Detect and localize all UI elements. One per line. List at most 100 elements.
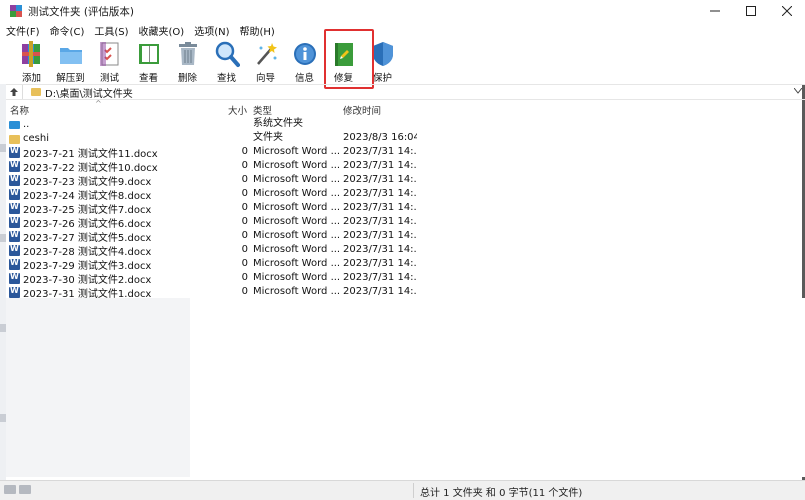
file-name: 2023-7-22 测试文件10.docx [23, 162, 158, 174]
file-row[interactable]: 2023-7-24 测试文件8.docx 0 Microsoft Word ... 2… [6, 187, 418, 201]
folder-icon [31, 88, 41, 96]
chevron-down-icon [793, 87, 803, 94]
test-button[interactable]: 测试 [90, 38, 129, 84]
file-name: 2023-7-24 测试文件8.docx [23, 190, 152, 202]
column-header-modified[interactable]: 修改时间 [343, 103, 381, 117]
test-checklist-icon [99, 42, 118, 66]
magnifier-icon [215, 41, 240, 67]
file-name-cell: 2023-7-31 测试文件1.docx [9, 285, 194, 299]
menu-help[interactable]: 帮助(H) [240, 23, 275, 38]
file-type: Microsoft Word ... [253, 286, 339, 297]
file-row[interactable]: 2023-7-23 测试文件9.docx 0 Microsoft Word ... 2… [6, 173, 418, 187]
file-type: Microsoft Word ... [253, 230, 339, 241]
extract-to-button[interactable]: 解压到 [51, 38, 90, 84]
up-arrow-icon [10, 88, 18, 96]
file-name-cell: ceshi [9, 131, 194, 145]
up-folder-button[interactable] [6, 85, 22, 99]
close-icon [782, 6, 792, 16]
menu-options[interactable]: 选项(N) [194, 23, 229, 38]
wizard-button[interactable]: 向导 [246, 38, 285, 84]
file-size [194, 117, 248, 131]
file-row[interactable]: 2023-7-29 测试文件3.docx 0 Microsoft Word ... 2… [6, 257, 418, 271]
window-title: 测试文件夹 (评估版本) [28, 5, 135, 18]
file-row[interactable]: 2023-7-21 测试文件11.docx 0 Microsoft Word ...… [6, 145, 418, 159]
info-button[interactable]: 信息 [285, 38, 324, 84]
file-modified: 2023/7/31 14:... [343, 174, 417, 185]
file-row[interactable]: .. 系统文件夹 [6, 117, 418, 131]
file-row[interactable]: 2023-7-25 测试文件7.docx 0 Microsoft Word ... 2… [6, 201, 418, 215]
file-type: Microsoft Word ... [253, 272, 339, 283]
column-header-type[interactable]: 类型 [253, 103, 272, 117]
file-name: 2023-7-31 测试文件1.docx [23, 288, 152, 300]
file-modified [343, 117, 417, 131]
file-modified: 2023/8/3 16:04 [343, 132, 417, 143]
file-type: Microsoft Word ... [253, 146, 339, 157]
file-name-cell: .. [9, 117, 194, 131]
add-button[interactable]: 添加 [12, 38, 51, 84]
file-name-cell: 2023-7-22 测试文件10.docx [9, 159, 194, 173]
path-dropdown-button[interactable] [791, 87, 805, 97]
menu-command[interactable]: 命令(C) [50, 23, 85, 38]
file-type: Microsoft Word ... [253, 174, 339, 185]
file-size: 0 [241, 230, 248, 241]
word-document-icon [9, 146, 20, 158]
file-name: 2023-7-21 测试文件11.docx [23, 148, 158, 160]
file-type: Microsoft Word ... [253, 244, 339, 255]
find-button[interactable]: 查找 [207, 38, 246, 84]
column-header-name[interactable]: 名称 [10, 103, 29, 117]
file-type: Microsoft Word ... [253, 258, 339, 269]
file-type: Microsoft Word ... [253, 216, 339, 227]
file-size: 0 [241, 272, 248, 283]
file-name-cell: 2023-7-30 测试文件2.docx [9, 271, 194, 285]
file-name-cell: 2023-7-29 测试文件3.docx [9, 257, 194, 271]
file-size: 0 [241, 160, 248, 171]
file-modified: 2023/7/31 14:... [343, 202, 417, 213]
file-row[interactable]: 2023-7-31 测试文件1.docx 0 Microsoft Word ... 2… [6, 285, 418, 299]
delete-button[interactable]: 删除 [168, 38, 207, 84]
wizard-wand-icon [256, 43, 277, 65]
file-row[interactable]: 2023-7-22 测试文件10.docx 0 Microsoft Word ...… [6, 159, 418, 173]
drive-icon [4, 485, 16, 494]
column-header-size[interactable]: 大小 [228, 103, 247, 117]
minimize-button[interactable] [697, 0, 733, 22]
maximize-button[interactable] [733, 0, 769, 22]
file-name: ceshi [23, 132, 49, 144]
menu-tools[interactable]: 工具(S) [94, 23, 128, 38]
file-name-cell: 2023-7-25 测试文件7.docx [9, 201, 194, 215]
file-size: 0 [241, 188, 248, 199]
status-summary: 总计 1 文件夹 和 0 字节(11 个文件) [420, 488, 583, 499]
file-type: 文件夹 [253, 132, 283, 143]
word-document-icon [9, 244, 20, 256]
file-name: 2023-7-29 测试文件3.docx [23, 260, 152, 272]
word-document-icon [9, 188, 20, 200]
repair-highlight-box [324, 29, 374, 89]
file-list-blank-area[interactable] [190, 298, 805, 477]
maximize-icon [746, 6, 756, 16]
file-type: 系统文件夹 [253, 118, 303, 129]
file-row[interactable]: 2023-7-27 测试文件5.docx 0 Microsoft Word ... 2… [6, 229, 418, 243]
file-row[interactable]: 2023-7-28 测试文件4.docx 0 Microsoft Word ... 2… [6, 243, 418, 257]
file-modified: 2023/7/31 14:... [343, 258, 417, 269]
menu-bar: 文件(F) 命令(C) 工具(S) 收藏夹(O) 选项(N) 帮助(H) [0, 22, 805, 38]
file-row[interactable]: 2023-7-26 测试文件6.docx 0 Microsoft Word ... 2… [6, 215, 418, 229]
file-modified: 2023/7/31 14:... [343, 286, 417, 297]
menu-favorites[interactable]: 收藏夹(O) [139, 23, 185, 38]
key-icon [19, 485, 31, 494]
status-drive-icons [4, 485, 36, 495]
file-row[interactable]: 2023-7-30 测试文件2.docx 0 Microsoft Word ... 2… [6, 271, 418, 285]
menu-file[interactable]: 文件(F) [6, 23, 40, 38]
file-row[interactable]: ceshi 文件夹 2023/8/3 16:04 [6, 131, 418, 145]
file-name-cell: 2023-7-24 测试文件8.docx [9, 187, 194, 201]
file-name-cell: 2023-7-26 测试文件6.docx [9, 215, 194, 229]
view-button[interactable]: 查看 [129, 38, 168, 84]
close-button[interactable] [769, 0, 805, 22]
file-modified: 2023/7/31 14:... [343, 244, 417, 255]
file-size: 0 [241, 216, 248, 227]
parent-folder-icon [9, 121, 20, 129]
file-name: 2023-7-26 测试文件6.docx [23, 218, 152, 230]
path-field[interactable]: D:\桌面\测试文件夹 [22, 85, 791, 100]
file-name-cell: 2023-7-23 测试文件9.docx [9, 173, 194, 187]
file-name-cell: 2023-7-21 测试文件11.docx [9, 145, 194, 159]
word-document-icon [9, 174, 20, 186]
file-type: Microsoft Word ... [253, 188, 339, 199]
